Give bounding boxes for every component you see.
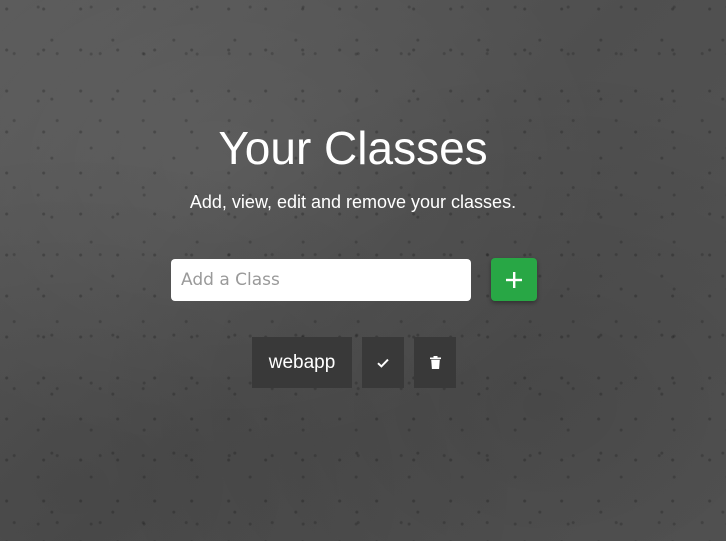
add-class-button[interactable] [491, 258, 537, 301]
trash-icon [429, 356, 441, 369]
page-subtitle: Add, view, edit and remove your classes. [189, 192, 517, 212]
complete-class-button[interactable] [362, 337, 404, 388]
add-class-input[interactable] [171, 259, 471, 301]
plus-icon [506, 271, 522, 288]
page-title: Your Classes [218, 122, 488, 174]
check-icon [377, 358, 389, 368]
delete-class-button[interactable] [414, 337, 456, 388]
class-name[interactable]: webapp [252, 337, 352, 388]
